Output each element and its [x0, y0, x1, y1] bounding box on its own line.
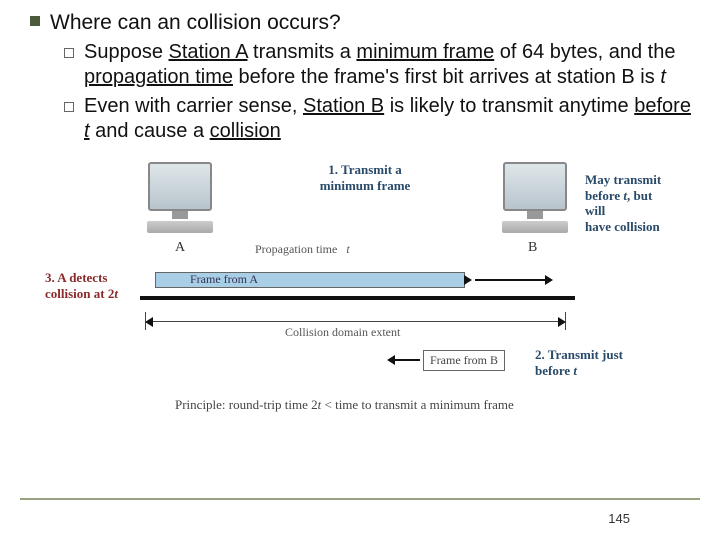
station-a-icon — [145, 162, 215, 233]
caption-2: 2. Transmit justbefore t — [535, 347, 655, 378]
caption-right: May transmitbefore t, but willhave colli… — [585, 172, 675, 234]
page-number: 145 — [608, 511, 630, 526]
sub-text-1: Suppose Station A transmits a minimum fr… — [84, 40, 700, 90]
collision-diagram: A B 1. Transmit aminimum frame May trans… — [45, 162, 675, 462]
wire-icon — [140, 296, 575, 300]
main-bullet: Where can an collision occurs? — [30, 10, 700, 36]
footer-divider — [20, 498, 700, 500]
frame-a-label: Frame from A — [190, 272, 258, 287]
frame-a-arrow — [475, 279, 545, 281]
sub-text-2: Even with carrier sense, Station B is li… — [84, 94, 700, 144]
frame-b-arrow — [395, 359, 420, 361]
sub-bullet-1: Suppose Station A transmits a minimum fr… — [64, 40, 700, 90]
bullet-hollow-icon — [64, 48, 74, 58]
extent-line — [153, 321, 558, 322]
main-title: Where can an collision occurs? — [50, 10, 341, 36]
bullet-hollow-icon — [64, 102, 74, 112]
propagation-label: Propagation time t — [255, 242, 350, 257]
extent-label: Collision domain extent — [285, 325, 400, 340]
caption-1: 1. Transmit aminimum frame — [295, 162, 435, 193]
caption-3: 3. A detectscollision at 2t — [45, 270, 145, 301]
station-a-label: A — [175, 240, 185, 256]
frame-b-label: Frame from B — [423, 350, 505, 371]
bullet-square-icon — [30, 16, 40, 26]
sub-bullet-2: Even with carrier sense, Station B is li… — [64, 94, 700, 144]
station-b-label: B — [528, 240, 537, 256]
principle-text: Principle: round-trip time 2t < time to … — [175, 397, 514, 413]
station-b-icon — [500, 162, 570, 233]
